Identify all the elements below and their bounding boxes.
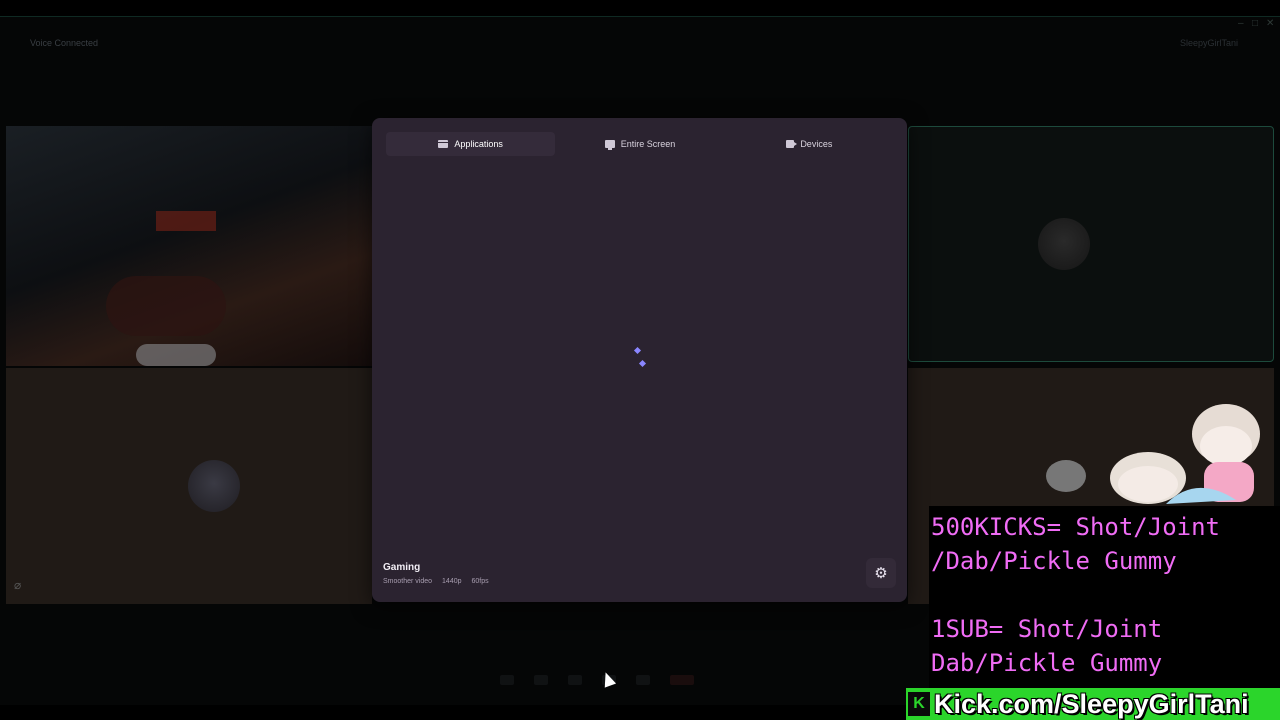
loading-spinner: [633, 346, 647, 368]
mic-button[interactable]: [500, 675, 514, 685]
tab-label: Applications: [454, 139, 503, 149]
chibi-characters-sticker: [1046, 404, 1260, 504]
window-icon: [438, 140, 449, 148]
source-tabs: Applications Entire Screen Devices: [386, 132, 894, 156]
overlay-line: 500KICKS= Shot/Joint: [931, 513, 1220, 541]
avatar: [1038, 218, 1090, 270]
kick-banner: K Kick.com/SleepyGirlTani: [906, 688, 1280, 720]
quality-details: Smoother video 1440p 60fps: [383, 578, 489, 585]
minimize-icon[interactable]: –: [1238, 18, 1244, 29]
tab-applications[interactable]: Applications: [386, 132, 556, 156]
window-user-label: SleepyGirlTani: [1180, 38, 1239, 48]
camera-button[interactable]: [534, 675, 548, 685]
kick-url: Kick.com/SleepyGirlTani: [934, 689, 1249, 719]
overlay-line: 1SUB= Shot/Joint: [931, 615, 1163, 643]
video-content: [156, 211, 216, 231]
settings-button[interactable]: ⚙: [866, 558, 896, 588]
spinner-dot: [633, 346, 642, 355]
share-screen-button[interactable]: [568, 675, 582, 685]
overlay-line: Dab/Pickle Gummy: [931, 649, 1163, 677]
tab-label: Entire Screen: [620, 139, 676, 149]
maximize-icon[interactable]: □: [1252, 18, 1258, 29]
quality-framerate: 60fps: [471, 578, 489, 585]
kick-logo-icon: K: [908, 692, 930, 716]
stream-quality-footer: Gaming Smoother video 1440p 60fps ⚙: [372, 556, 907, 602]
camera-icon: [786, 140, 798, 148]
participant-video-tile[interactable]: [6, 126, 372, 366]
window-title: Voice Connected: [30, 38, 99, 48]
disconnect-button[interactable]: [670, 675, 694, 685]
screen-share-picker: Applications Entire Screen Devices Gamin…: [372, 118, 907, 602]
gear-icon: ⚙: [874, 565, 888, 582]
monitor-icon: [604, 140, 615, 150]
call-controls: [500, 670, 780, 690]
participant-tile[interactable]: [908, 126, 1274, 362]
tab-devices[interactable]: Devices: [725, 132, 894, 156]
spinner-dot: [638, 359, 647, 368]
mic-muted-icon: ⌀: [14, 578, 22, 592]
avatar: [188, 460, 240, 512]
tab-label: Devices: [800, 139, 833, 149]
tab-entire-screen[interactable]: Entire Screen: [555, 132, 724, 156]
quality-resolution: 1440p: [442, 578, 462, 585]
video-content: [136, 344, 216, 366]
video-content: [106, 276, 226, 336]
quality-title: Gaming: [383, 562, 421, 573]
close-icon[interactable]: ✕: [1266, 18, 1274, 29]
more-button[interactable]: [636, 675, 650, 685]
overlay-line: /Dab/Pickle Gummy: [931, 547, 1177, 575]
quality-mode: Smoother video: [383, 578, 433, 585]
